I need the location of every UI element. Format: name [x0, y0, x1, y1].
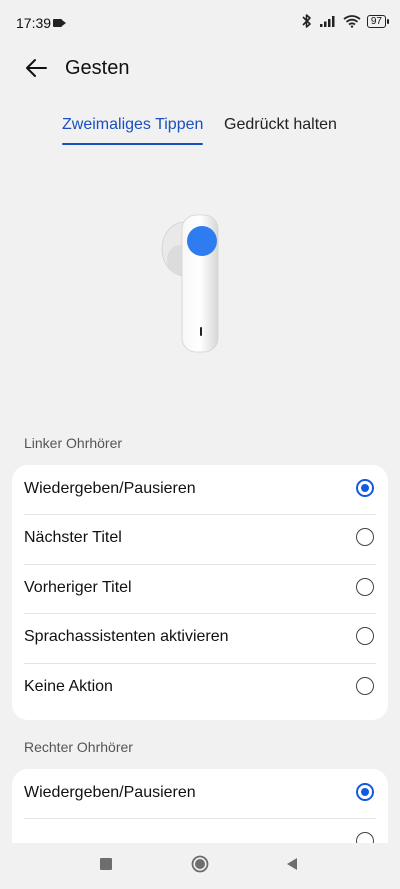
section-label-right: Rechter Ohrhörer — [24, 739, 133, 755]
option-label: Wiedergeben/Pausieren — [24, 480, 196, 497]
tab-active-indicator — [62, 143, 204, 145]
wifi-icon — [343, 15, 361, 28]
bluetooth-icon — [302, 14, 311, 28]
option-no-action[interactable]: Keine Aktion — [12, 662, 388, 712]
arrow-left-icon — [26, 59, 47, 77]
status-time: 17:39 — [16, 15, 52, 31]
option-previous-track[interactable]: Vorheriger Titel — [12, 563, 388, 613]
radio-unchecked[interactable] — [356, 528, 374, 547]
screen-record-icon — [53, 19, 66, 27]
option-voice-assistant[interactable]: Sprachassistenten aktivieren — [12, 613, 388, 662]
signal-icon — [319, 16, 335, 27]
option-play-pause[interactable]: Wiedergeben/Pausieren — [12, 465, 388, 514]
header: Gesten — [0, 46, 400, 92]
section-label-left: Linker Ohrhörer — [24, 435, 123, 451]
option-play-pause[interactable]: Wiedergeben/Pausieren — [12, 769, 388, 818]
triangle-left-icon[interactable] — [285, 857, 299, 871]
navigation-bar — [0, 843, 400, 889]
radio-checked[interactable] — [356, 783, 374, 801]
back-button[interactable] — [22, 54, 50, 82]
radio-checked[interactable] — [356, 479, 374, 497]
battery-icon: 97 — [366, 14, 390, 28]
square-icon[interactable] — [99, 857, 113, 871]
tab-bar: Zweimaliges Tippen Gedrückt halten — [0, 110, 400, 146]
status-icons: 97 — [301, 13, 390, 29]
left-earbud-options: Wiedergeben/Pausieren Nächster Titel Vor… — [12, 465, 388, 720]
status-bar: 17:39 97 — [0, 0, 400, 46]
option-label: Nächster Titel — [24, 529, 122, 547]
option-label: Vorheriger Titel — [24, 578, 132, 596]
radio-unchecked[interactable] — [356, 627, 374, 646]
option-next-track[interactable]: Nächster Titel — [12, 514, 388, 563]
tab-label: Gedrückt halten — [224, 116, 337, 133]
tap-indicator-icon — [187, 226, 217, 256]
option-label: Sprachassistenten aktivieren — [24, 628, 229, 646]
tab-press-hold[interactable]: Gedrückt halten — [224, 116, 337, 134]
tab-double-tap[interactable]: Zweimaliges Tippen — [62, 116, 204, 145]
earbud-illustration — [161, 214, 219, 353]
page-title: Gesten — [65, 57, 130, 79]
tab-label: Zweimaliges Tippen — [62, 116, 204, 133]
radio-unchecked[interactable] — [356, 676, 374, 695]
option-label: Keine Aktion — [24, 677, 113, 695]
circle-icon[interactable] — [191, 855, 209, 873]
radio-unchecked[interactable] — [356, 577, 374, 596]
option-label: Wiedergeben/Pausieren — [24, 784, 196, 801]
